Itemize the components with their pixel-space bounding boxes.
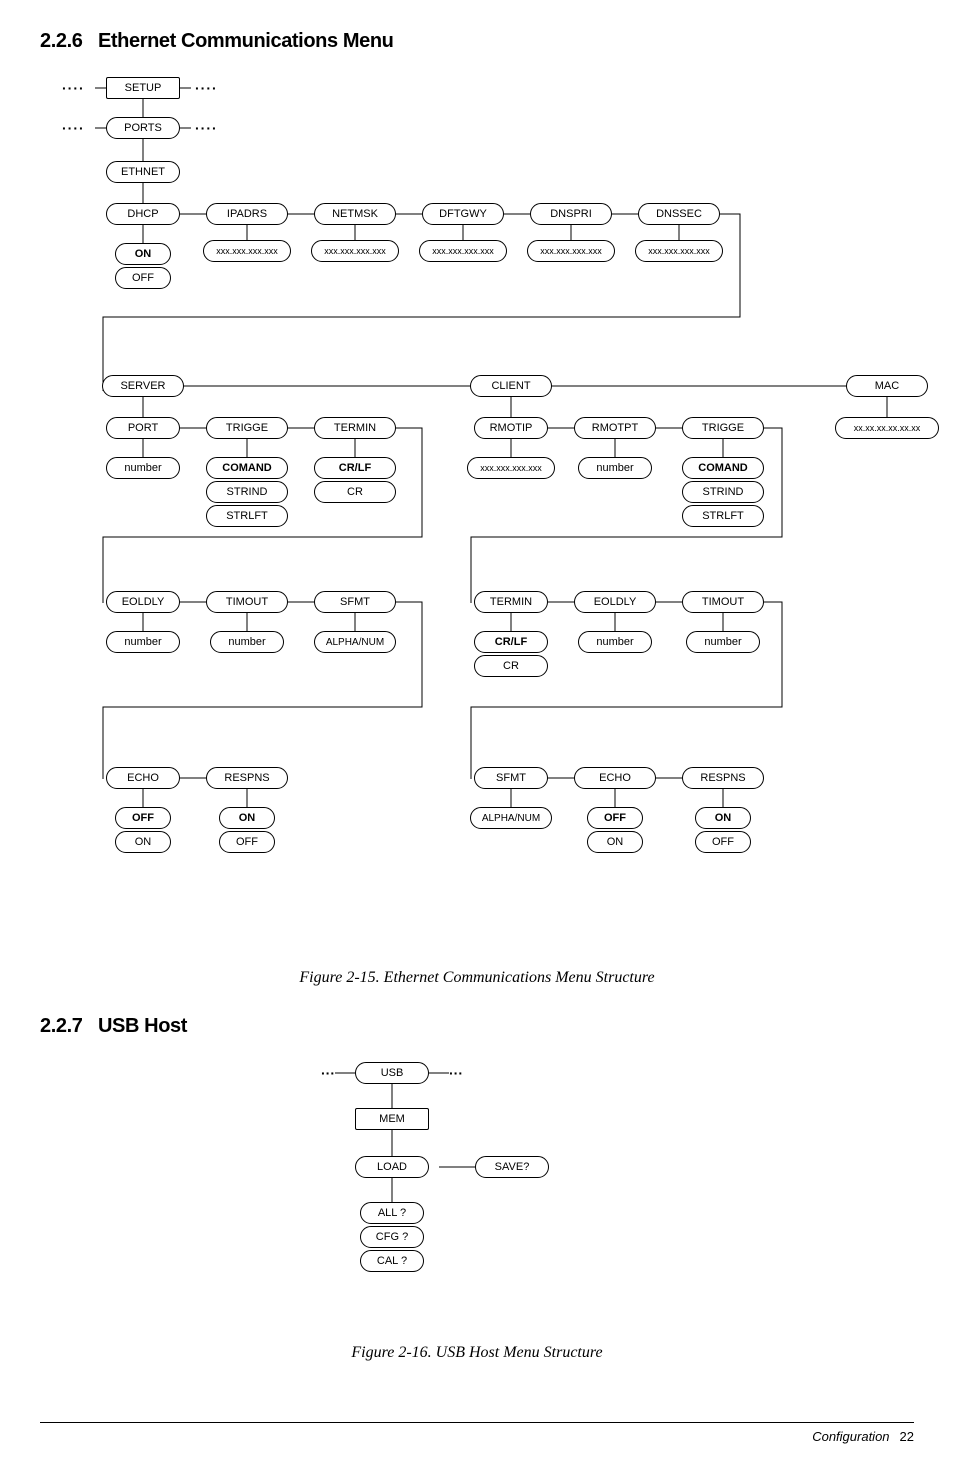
node-mac: MAC (846, 375, 928, 397)
node-server-respns: RESPNS (206, 767, 288, 789)
node-client-sfmt: SFMT (474, 767, 548, 789)
node-client-echo-off: OFF (587, 807, 643, 829)
node-all: ALL ? (360, 1202, 424, 1224)
figure-caption-2: Figure 2-16. USB Host Menu Structure (40, 1344, 914, 1362)
node-server-respns-on: ON (219, 807, 275, 829)
node-dnssec: DNSSEC (638, 203, 720, 225)
node-server-eoldly: EOLDLY (106, 591, 180, 613)
node-client-rmotip: RMOTIP (474, 417, 548, 439)
node-server-strlft: STRLFT (206, 505, 288, 527)
node-server-echo-on: ON (115, 831, 171, 853)
node-server-eoldly-number: number (106, 631, 180, 653)
figure-caption-1: Figure 2-15. Ethernet Communications Men… (40, 969, 914, 987)
node-server-timout-number: number (210, 631, 284, 653)
node-client-eoldly-number: number (578, 631, 652, 653)
ethernet-menu-diagram: ···· ···· SETUP ···· ···· PORTS ETHNET D… (40, 67, 914, 957)
node-server-termin: TERMIN (314, 417, 396, 439)
node-mac-val: xx.xx.xx.xx.xx.xx (835, 417, 939, 439)
node-cal: CAL ? (360, 1250, 424, 1272)
node-client-echo-on: ON (587, 831, 643, 853)
node-netmsk: NETMSK (314, 203, 396, 225)
node-cfg: CFG ? (360, 1226, 424, 1248)
node-usb: USB (355, 1062, 429, 1084)
node-server-port: PORT (106, 417, 180, 439)
node-dftgwy-val: xxx.xxx.xxx.xxx (419, 240, 507, 262)
node-client-cr: CR (474, 655, 548, 677)
section-heading-1: 2.2.6 Ethernet Communications Menu (40, 30, 914, 53)
dots-right-2: ···· (195, 120, 218, 136)
dots-left-2: ···· (62, 120, 85, 136)
node-server-respns-off: OFF (219, 831, 275, 853)
node-dnspri-val: xxx.xxx.xxx.xxx (527, 240, 615, 262)
dots-left-1: ···· (62, 80, 85, 96)
node-save: SAVE? (475, 1156, 549, 1178)
node-client-strlft: STRLFT (682, 505, 764, 527)
node-ports: PORTS (106, 117, 180, 139)
node-client-echo: ECHO (574, 767, 656, 789)
node-ipadrs-val: xxx.xxx.xxx.xxx (203, 240, 291, 262)
node-client-comand: COMAND (682, 457, 764, 479)
node-client-alphanum: ALPHA/NUM (470, 807, 552, 829)
node-server-port-number: number (106, 457, 180, 479)
node-client-trigge: TRIGGE (682, 417, 764, 439)
node-server-alphanum: ALPHA/NUM (314, 631, 396, 653)
node-dnssec-val: xxx.xxx.xxx.xxx (635, 240, 723, 262)
node-client-termin: TERMIN (474, 591, 548, 613)
node-dhcp-on: ON (115, 243, 171, 265)
node-server-crlf: CR/LF (314, 457, 396, 479)
dots-left-usb: ··· (321, 1065, 335, 1081)
node-client-crlf: CR/LF (474, 631, 548, 653)
node-client-rmotpt: RMOTPT (574, 417, 656, 439)
dots-right-usb: ··· (449, 1065, 463, 1081)
node-dhcp: DHCP (106, 203, 180, 225)
node-dftgwy: DFTGWY (422, 203, 504, 225)
node-client: CLIENT (470, 375, 552, 397)
node-client-rmotip-val: xxx.xxx.xxx.xxx (467, 457, 555, 479)
node-server-echo-off: OFF (115, 807, 171, 829)
section-heading-2: 2.2.7 USB Host (40, 1015, 914, 1038)
node-server-timout: TIMOUT (206, 591, 288, 613)
node-server-comand: COMAND (206, 457, 288, 479)
dots-right-1: ···· (195, 80, 218, 96)
node-client-respns-on: ON (695, 807, 751, 829)
node-client-timout-number: number (686, 631, 760, 653)
node-server-sfmt: SFMT (314, 591, 396, 613)
usb-host-diagram: ··· ··· USB MEM LOAD SAVE? ALL ? CFG ? C… (317, 1052, 637, 1332)
node-server-cr: CR (314, 481, 396, 503)
node-server-strind: STRIND (206, 481, 288, 503)
node-setup: SETUP (106, 77, 180, 99)
page-footer: Configuration22 (40, 1422, 914, 1444)
node-dnspri: DNSPRI (530, 203, 612, 225)
node-server-trigge: TRIGGE (206, 417, 288, 439)
node-ethnet: ETHNET (106, 161, 180, 183)
node-client-respns-off: OFF (695, 831, 751, 853)
node-server-echo: ECHO (106, 767, 180, 789)
node-client-timout: TIMOUT (682, 591, 764, 613)
node-load: LOAD (355, 1156, 429, 1178)
node-ipadrs: IPADRS (206, 203, 288, 225)
node-client-respns: RESPNS (682, 767, 764, 789)
node-server: SERVER (102, 375, 184, 397)
node-mem: MEM (355, 1108, 429, 1130)
node-client-rmotpt-number: number (578, 457, 652, 479)
node-client-strind: STRIND (682, 481, 764, 503)
node-dhcp-off: OFF (115, 267, 171, 289)
node-client-eoldly: EOLDLY (574, 591, 656, 613)
node-netmsk-val: xxx.xxx.xxx.xxx (311, 240, 399, 262)
